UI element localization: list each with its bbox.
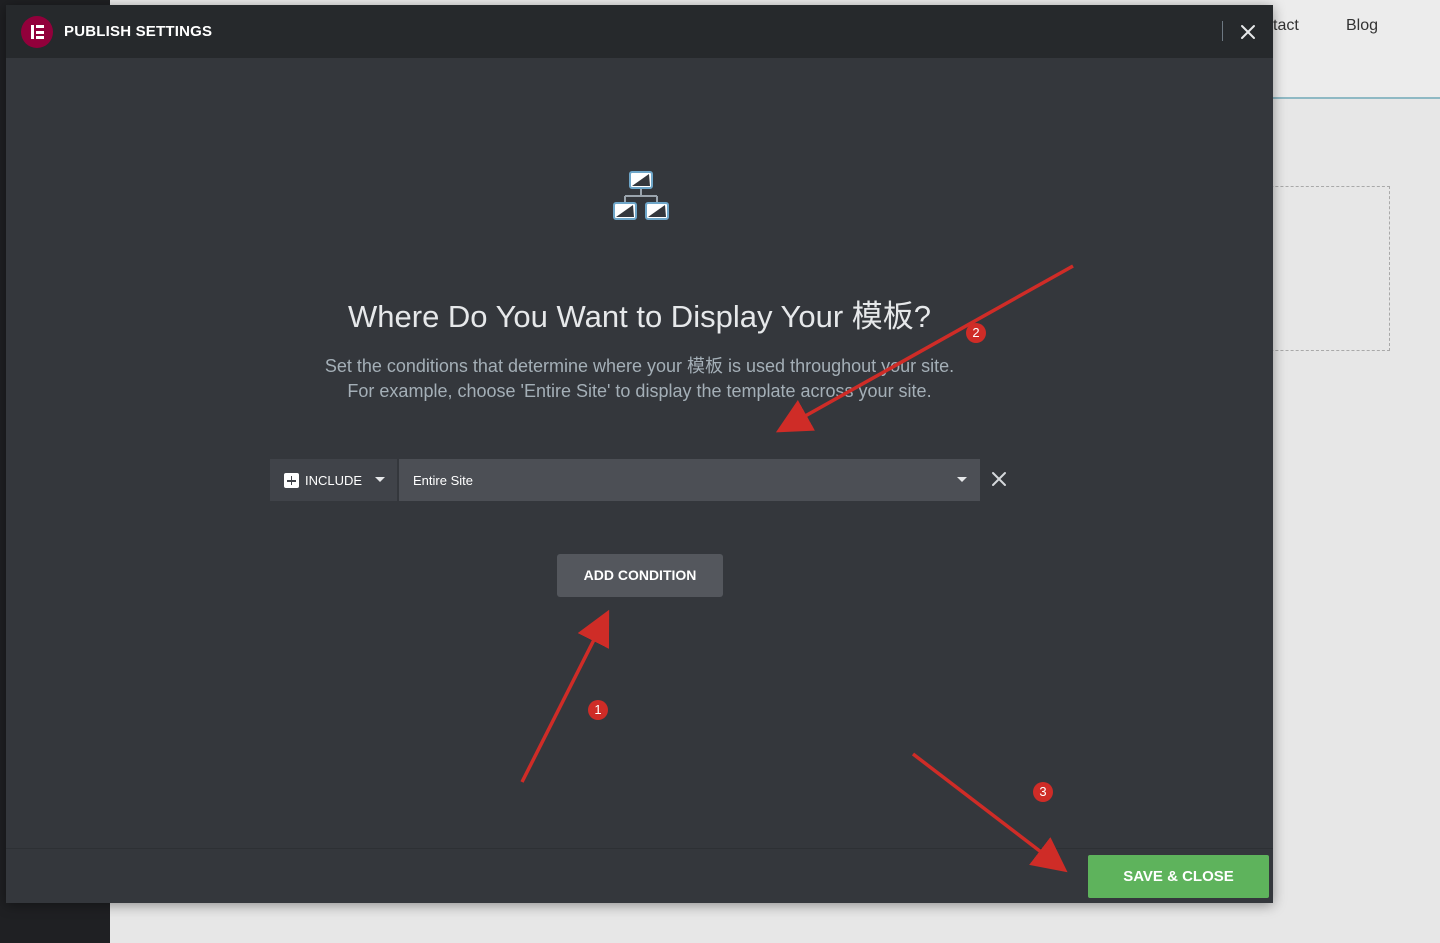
annotation-badge-1: 1 (588, 700, 608, 720)
description-line-1: Set the conditions that determine where … (324, 356, 955, 376)
close-icon[interactable] (1238, 22, 1258, 42)
modal-heading: Where Do You Want to Display Your 模板? (348, 299, 931, 334)
publish-settings-modal: PUBLISH SETTINGS Where Do You Want to Di… (6, 5, 1273, 903)
condition-target-select[interactable]: Entire Site (399, 459, 980, 501)
header-divider (1222, 21, 1223, 41)
plus-square-icon (284, 473, 299, 488)
modal-header: PUBLISH SETTINGS (6, 5, 1273, 58)
footer-divider (6, 848, 1273, 849)
add-condition-button[interactable]: ADD CONDITION (557, 554, 723, 597)
caret-down-icon (375, 477, 385, 482)
description-line-2: For example, choose 'Entire Site' to dis… (347, 381, 932, 401)
elementor-logo-icon (21, 16, 53, 48)
condition-target-value: Entire Site (413, 473, 473, 488)
nav-link-contact[interactable]: tact (1273, 17, 1299, 35)
save-and-close-button[interactable]: SAVE & CLOSE (1088, 855, 1269, 898)
annotation-badge-3: 3 (1033, 782, 1053, 802)
annotation-badge-2: 2 (966, 323, 986, 343)
caret-down-icon (957, 477, 967, 482)
condition-type-value: INCLUDE (305, 473, 363, 488)
sitemap-icon (613, 170, 669, 222)
nav-link-blog[interactable]: Blog (1346, 17, 1378, 35)
remove-condition-icon[interactable] (991, 471, 1007, 487)
condition-type-select[interactable]: INCLUDE (270, 459, 397, 501)
modal-title: PUBLISH SETTINGS (64, 23, 213, 40)
condition-row: INCLUDE Entire Site (270, 459, 980, 501)
